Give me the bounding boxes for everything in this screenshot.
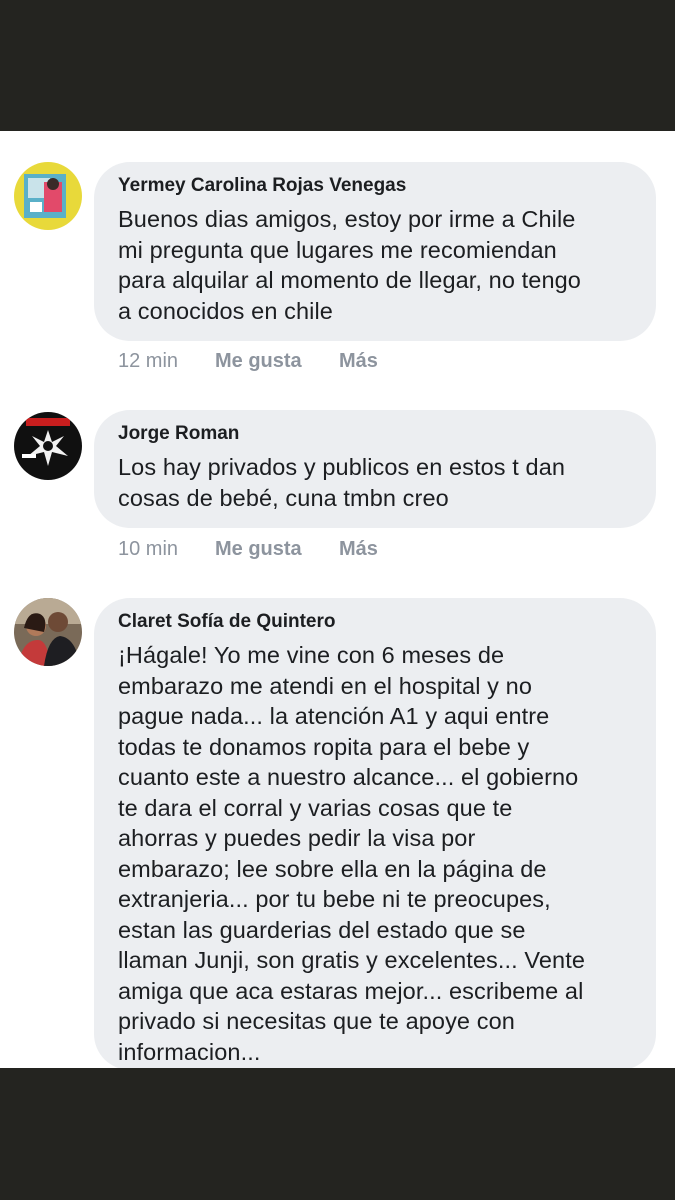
bottom-dark-bar (0, 1068, 675, 1200)
comments-list: Yermey Carolina Rojas Venegas Buenos dia… (0, 131, 675, 1068)
avatar[interactable] (14, 412, 82, 480)
like-button[interactable]: Me gusta (215, 537, 339, 561)
like-button[interactable]: Me gusta (215, 349, 339, 373)
comment-bubble: Jorge Roman Los hay privados y publicos … (94, 410, 656, 528)
comment-author[interactable]: Yermey Carolina Rojas Venegas (118, 174, 632, 198)
avatar[interactable] (14, 162, 82, 230)
comment-actions: 10 min Me gusta Más (118, 537, 378, 561)
avatar[interactable] (14, 598, 82, 666)
top-dark-bar (0, 0, 675, 131)
comment-time[interactable]: 12 min (118, 349, 215, 373)
more-button[interactable]: Más (339, 537, 378, 561)
comment-text: Buenos dias amigos, estoy por irme a Chi… (118, 206, 581, 324)
comment-time[interactable]: 10 min (118, 537, 215, 561)
comment-bubble: Yermey Carolina Rojas Venegas Buenos dia… (94, 162, 656, 341)
comment-text: Los hay privados y publicos en estos t d… (118, 454, 566, 511)
comment-author[interactable]: Jorge Roman (118, 422, 632, 446)
comment-text: ¡Hágale! Yo me vine con 6 meses de embar… (118, 642, 586, 1065)
comment-bubble: Claret Sofía de Quintero ¡Hágale! Yo me … (94, 598, 656, 1068)
comment-author[interactable]: Claret Sofía de Quintero (118, 610, 632, 634)
more-button[interactable]: Más (339, 349, 378, 373)
comment-actions: 12 min Me gusta Más (118, 349, 378, 373)
